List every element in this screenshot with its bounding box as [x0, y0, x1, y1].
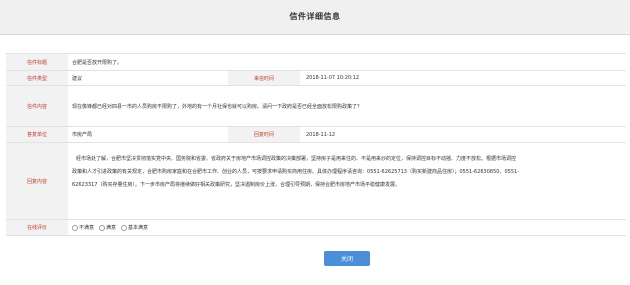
reply-line: 62623317（购买存量住房）。下一步市房产局将继续做好相关政策研究，坚决遏制… [72, 182, 400, 188]
rating-option-label: 满意 [106, 225, 117, 231]
radio-icon[interactable] [121, 224, 128, 231]
reply-time-label: 回复时间 [228, 127, 300, 142]
radio-icon[interactable] [99, 224, 106, 231]
content-value: 现在像锋都已经对四县一市的人员购房不限购了，外地的有一个月社保也就可以购房。请问… [72, 103, 363, 110]
subject-row: 信件标题 合肥是否放开限购了。 [6, 54, 626, 71]
reply-time-value: 2018-11-12 [306, 131, 336, 138]
type-label: 信件类型 [6, 71, 68, 85]
rating-option-satisfied[interactable]: 满意 [99, 224, 116, 231]
reply-content-row: 回复内容 经市场处了解，合肥市坚决贯彻落实党中央、国务院和省委、省政府关于房地产… [6, 143, 626, 220]
content-row: 信件内容 现在像锋都已经对四县一市的人员购房不限购了，外地的有一个月社保也就可以… [6, 86, 626, 127]
rating-label: 在线评价 [6, 220, 68, 235]
subject-value: 合肥是否放开限购了。 [72, 59, 123, 66]
rating-row: 在线评价 不满意 满意 基本满意 [6, 220, 626, 236]
close-button[interactable]: 关闭 [324, 251, 370, 266]
rating-option-dissatisfied[interactable]: 不满意 [72, 224, 94, 231]
write-time-value: 2018-11-07 10:20:12 [306, 75, 360, 81]
reply-content-text: 经市场处了解，合肥市坚决贯彻落实党中央、国务院和省委、省政府关于房地产市场调控政… [72, 153, 620, 192]
page-header: 信件详细信息 [0, 0, 630, 35]
radio-icon[interactable] [72, 224, 78, 231]
reply-line: 政策和人才引进政策的有关规定，合肥市购房家庭和在合肥市工作、创业的人员，可按要求… [72, 169, 519, 175]
rating-option-basically-satisfied[interactable]: 基本满意 [121, 224, 148, 231]
reply-unit-label: 答复单位 [6, 127, 68, 142]
reply-line: 经市场处了解，合肥市坚决贯彻落实党中央、国务院和省委、省政府关于房地产市场调控政… [76, 156, 517, 162]
rating-option-label: 不满意 [79, 225, 95, 231]
reply-unit-row: 答复单位 市房产局 回复时间 2018-11-12 [6, 127, 626, 143]
write-time-label: 来信时间 [228, 71, 300, 85]
letter-detail-table: 信件标题 合肥是否放开限购了。 信件类型 建议 来信时间 2018-11-07 … [6, 53, 626, 236]
rating-option-label: 基本满意 [128, 225, 149, 231]
type-value: 建议 [72, 75, 83, 82]
reply-content-label: 回复内容 [6, 143, 68, 219]
rating-options: 不满意 满意 基本满意 [72, 220, 148, 235]
page-title: 信件详细信息 [289, 12, 341, 21]
subject-label: 信件标题 [6, 54, 68, 70]
type-row: 信件类型 建议 来信时间 2018-11-07 10:20:12 [6, 71, 626, 86]
reply-unit-value: 市房产局 [72, 132, 93, 138]
content-label: 信件内容 [6, 86, 68, 126]
